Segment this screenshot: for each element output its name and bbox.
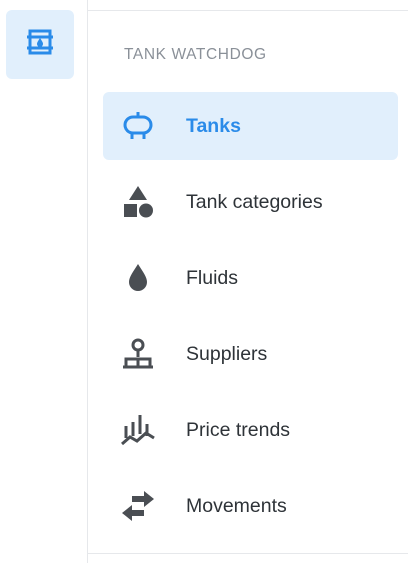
nav-label-tanks: Tanks <box>186 114 241 137</box>
droplet-icon <box>118 258 158 298</box>
divider-bottom <box>88 553 408 554</box>
rail-tank-button[interactable] <box>6 10 74 79</box>
nav-label-fluids: Fluids <box>186 266 239 289</box>
tank-icon <box>118 106 158 146</box>
arrows-exchange-icon <box>118 486 158 526</box>
nav-item-price-trends[interactable]: Price trends <box>103 396 398 464</box>
tank-fluid-icon <box>25 27 55 62</box>
nav-label-price-trends: Price trends <box>186 418 291 441</box>
nav-label-tank-categories: Tank categories <box>186 190 323 213</box>
price-trend-icon <box>118 410 158 450</box>
nav-item-tank-categories[interactable]: Tank categories <box>103 168 398 236</box>
nav-label-suppliers: Suppliers <box>186 342 268 365</box>
nav-item-fluids[interactable]: Fluids <box>103 244 398 312</box>
icon-rail <box>0 0 88 563</box>
nav-item-suppliers[interactable]: Suppliers <box>103 320 398 388</box>
shapes-icon <box>118 182 158 222</box>
section-title: TANK WATCHDOG <box>124 46 267 63</box>
nav-item-tanks[interactable]: Tanks <box>103 92 398 160</box>
nav-label-movements: Movements <box>186 494 287 517</box>
nav-item-movements[interactable]: Movements <box>103 472 398 540</box>
supplier-icon <box>118 334 158 374</box>
divider-top <box>88 10 408 11</box>
